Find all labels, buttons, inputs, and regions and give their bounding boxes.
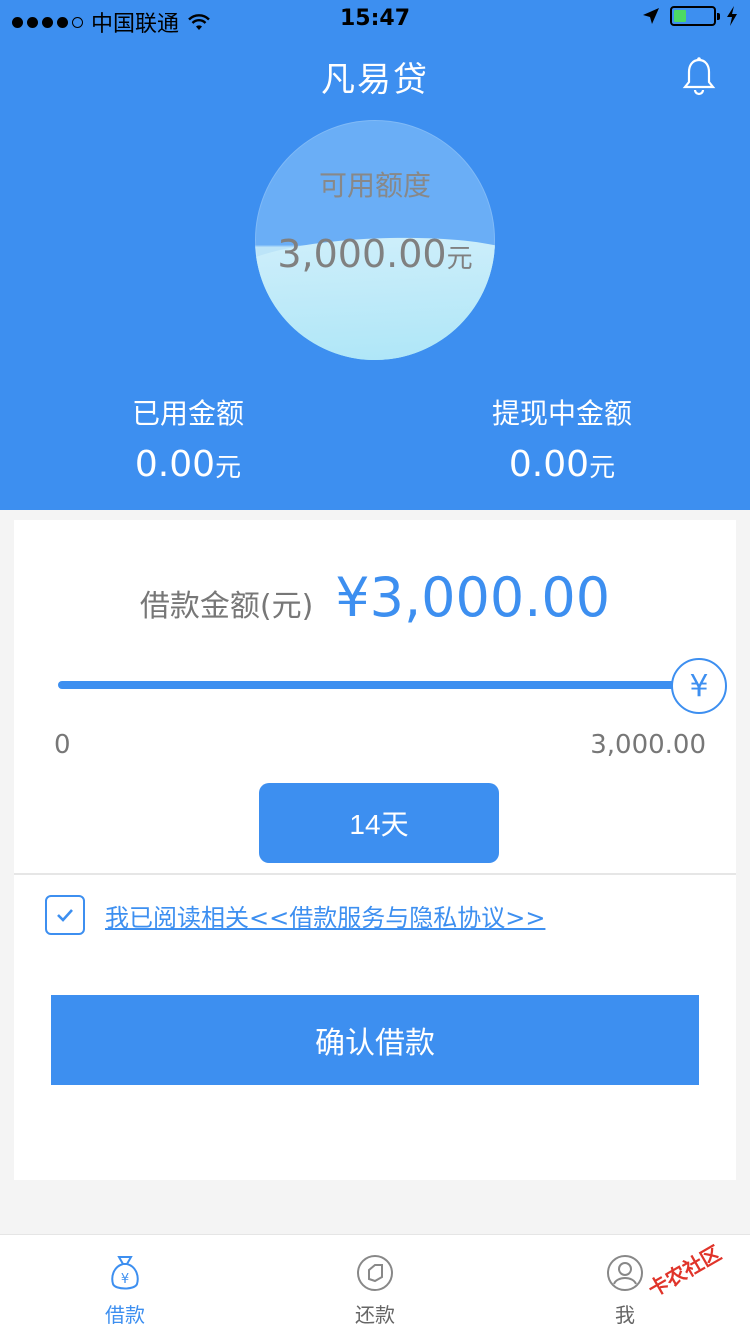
loan-amount-slider-thumb[interactable]: ¥ xyxy=(671,658,727,714)
credit-amount: 3,000.00元 xyxy=(255,232,495,276)
status-time: 15:47 xyxy=(339,6,411,31)
location-arrow-icon xyxy=(643,8,659,24)
used-amount-label: 已用金额 xyxy=(131,397,244,430)
loan-term-button[interactable]: 14天 xyxy=(259,783,499,863)
credit-amount-value: 3,000.00 xyxy=(277,232,447,276)
battery-icon xyxy=(670,6,720,26)
credit-bubble: 可用额度 3,000.00元 xyxy=(255,120,495,360)
charging-bolt-icon xyxy=(727,6,737,26)
repay-icon xyxy=(357,1255,393,1291)
header: 中国联通 15:47 凡易贷 可用额度 3,000.00元 已用金额 0.00元… xyxy=(0,0,750,510)
tab-repay[interactable]: 还款 xyxy=(315,1253,435,1328)
agreement-checkbox[interactable] xyxy=(45,895,85,935)
money-bag-icon: ¥ xyxy=(111,1256,139,1290)
loan-card: 借款金额(元) ¥3,000.00 ¥ 0 3,000.00 14天 我已阅读相… xyxy=(14,520,736,1180)
tab-me-label: 我 xyxy=(615,1303,635,1327)
slider-range-max: 3,000.00 xyxy=(590,730,706,760)
tab-repay-label: 还款 xyxy=(355,1303,395,1327)
agreement-link[interactable]: 我已阅读相关<<借款服务与隐私协议>> xyxy=(105,898,545,933)
credit-label: 可用额度 xyxy=(318,169,431,202)
slider-range-min: 0 xyxy=(54,730,71,760)
withdrawing-amount-label: 提现中金额 xyxy=(491,397,632,430)
withdrawing-amount-unit: 元 xyxy=(589,453,616,483)
svg-text:¥: ¥ xyxy=(121,1272,129,1287)
used-amount-value: 0.00元 xyxy=(58,444,318,485)
status-bar: 中国联通 15:47 xyxy=(0,0,750,40)
divider xyxy=(14,873,736,875)
credit-amount-unit: 元 xyxy=(446,244,473,274)
withdrawing-amount-stat: 提现中金额 0.00元 xyxy=(432,392,692,485)
bell-icon[interactable] xyxy=(682,56,716,96)
tab-borrow[interactable]: ¥ 借款 xyxy=(65,1253,185,1328)
status-right xyxy=(642,6,738,26)
withdrawing-amount-number: 0.00 xyxy=(508,444,590,485)
used-amount-number: 0.00 xyxy=(134,444,216,485)
loan-amount-label: 借款金额(元) xyxy=(139,589,314,624)
used-amount-unit: 元 xyxy=(215,453,242,483)
agreement-row: 我已阅读相关<<借款服务与隐私协议>> xyxy=(45,895,545,935)
tab-borrow-label: 借款 xyxy=(105,1303,145,1327)
check-icon xyxy=(57,909,73,922)
user-icon xyxy=(607,1255,643,1291)
withdrawing-amount-value: 0.00元 xyxy=(432,444,692,485)
tab-bar: ¥ 借款 还款 我 xyxy=(0,1234,750,1334)
confirm-loan-button[interactable]: 确认借款 xyxy=(51,995,699,1085)
loan-amount-slider-track[interactable] xyxy=(58,681,678,689)
loan-amount-value: ¥3,000.00 xyxy=(335,566,611,629)
page-title: 凡易贷 xyxy=(321,60,429,100)
used-amount-stat: 已用金额 0.00元 xyxy=(58,392,318,485)
loan-amount-row: 借款金额(元) ¥3,000.00 xyxy=(14,566,736,629)
